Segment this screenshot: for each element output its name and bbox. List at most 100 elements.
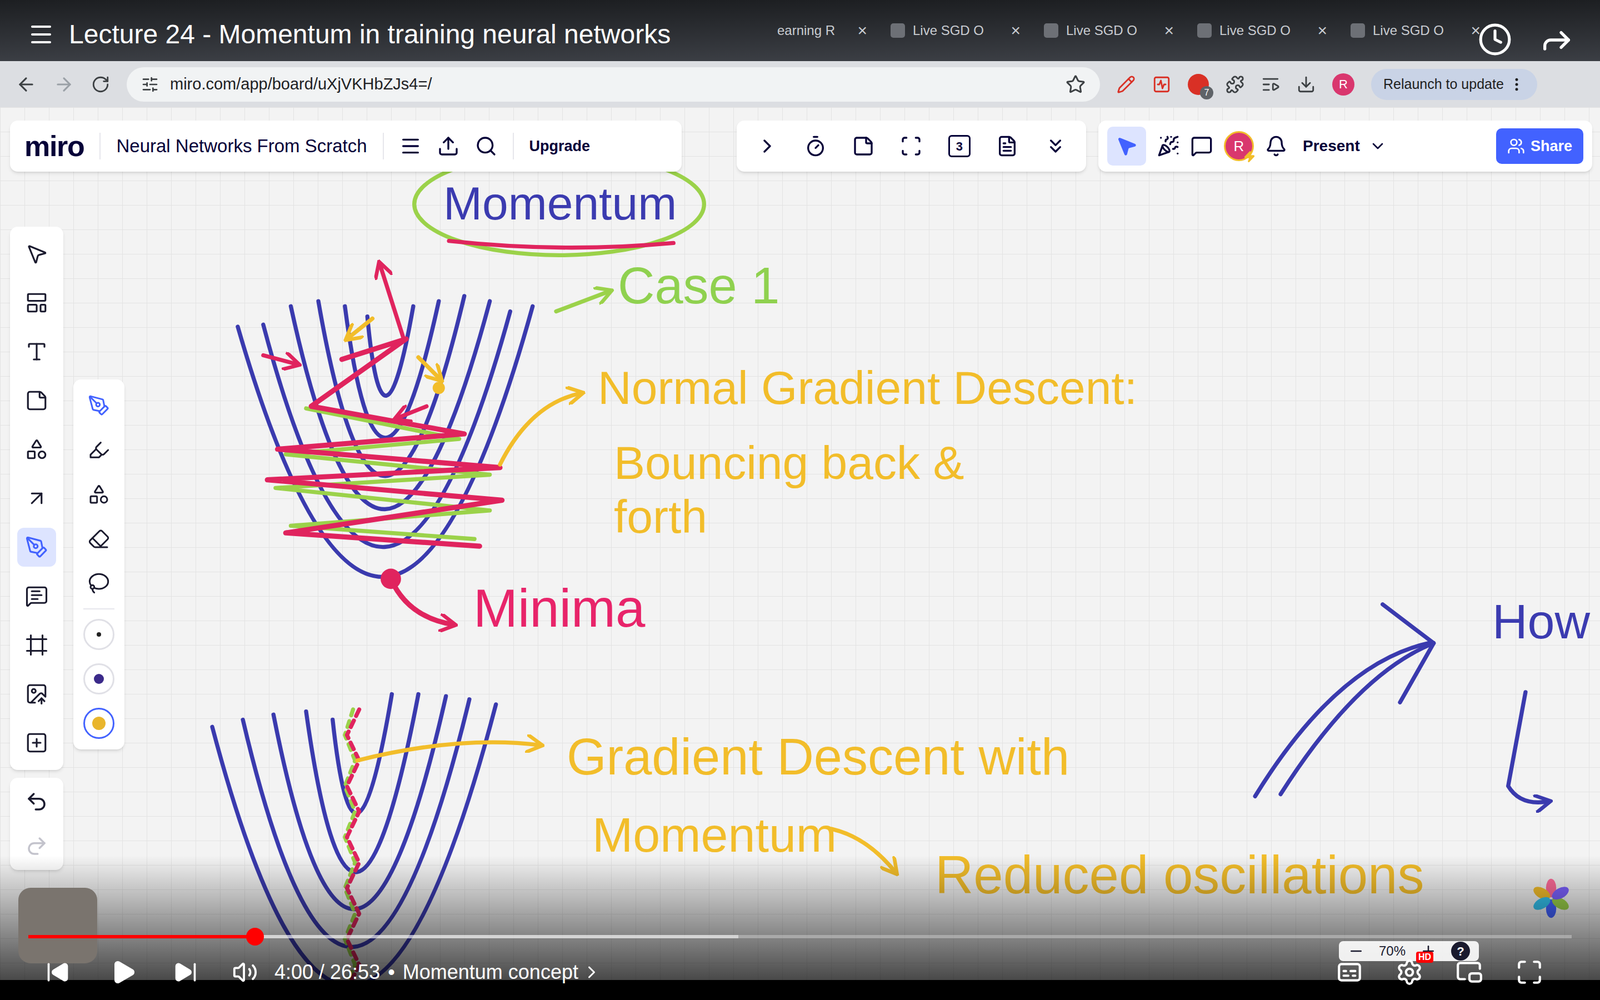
zoom-out-icon[interactable] (1347, 942, 1365, 960)
divider (99, 132, 101, 160)
smart-button[interactable] (79, 475, 119, 514)
volume-icon[interactable] (232, 959, 258, 985)
profile-avatar[interactable]: R (1332, 73, 1355, 96)
canvas-label[interactable]: Momentum (592, 806, 837, 863)
stroke-size-button[interactable] (83, 618, 115, 650)
frame-tool[interactable] (17, 625, 57, 665)
comment-tool[interactable] (17, 576, 57, 616)
search-icon[interactable] (475, 135, 498, 158)
focus-icon[interactable] (900, 135, 923, 158)
forward-icon[interactable] (53, 73, 75, 95)
select-mode-button[interactable] (1107, 126, 1147, 166)
upgrade-button[interactable]: Upgrade (529, 135, 591, 158)
extension-icon[interactable] (1152, 75, 1172, 94)
redo-icon[interactable] (25, 834, 49, 858)
watch-later-icon[interactable] (1477, 22, 1513, 57)
tab-close[interactable]: × (1163, 22, 1174, 39)
stroke-size-button[interactable] (83, 663, 115, 695)
tab-close[interactable]: × (1317, 22, 1328, 39)
tab-close[interactable]: × (1470, 22, 1481, 39)
export-icon[interactable] (437, 135, 460, 158)
canvas-label[interactable]: Bouncing back & forth (613, 436, 1014, 544)
canvas-label[interactable]: Normal Gradient Descent: (597, 361, 1138, 415)
comment-tool-icon (25, 584, 49, 608)
canvas-label[interactable]: Minima (473, 577, 645, 639)
play-icon[interactable] (110, 958, 137, 986)
pen-extension-icon[interactable] (1116, 75, 1136, 94)
comments-icon[interactable] (1190, 135, 1213, 158)
text-tool[interactable] (17, 332, 57, 372)
counter-button[interactable]: 3 (948, 135, 971, 158)
help-button[interactable]: ? (1451, 941, 1470, 961)
lasso-button[interactable] (79, 563, 119, 603)
pen-tool[interactable] (17, 527, 57, 567)
tab-close[interactable]: × (857, 22, 868, 39)
canvas-label[interactable]: How (1492, 593, 1590, 650)
stroke-size-button[interactable] (83, 707, 115, 739)
browser-tab[interactable]: Live SGD O× (882, 15, 1029, 47)
tab-close[interactable]: × (1010, 22, 1021, 39)
browser-tab[interactable]: Live SGD O× (1342, 15, 1489, 47)
select-tool[interactable] (17, 234, 57, 274)
board-menu-icon[interactable] (399, 135, 422, 158)
sticky-tool[interactable] (17, 381, 57, 420)
site-info-icon[interactable] (141, 75, 159, 94)
browser-tab[interactable]: earning R× (769, 15, 875, 47)
timer-icon[interactable] (804, 135, 827, 158)
video-title[interactable]: Lecture 24 - Momentum in training neural… (68, 21, 671, 48)
undo-icon[interactable] (25, 790, 49, 814)
pen-button[interactable] (79, 386, 119, 425)
share-panel: R Present Share (1098, 120, 1593, 172)
chapter-arrow-icon[interactable] (581, 962, 602, 983)
expand-icon[interactable] (756, 135, 779, 158)
canvas-label[interactable]: Momentum (443, 176, 677, 231)
eraser-button[interactable] (79, 519, 119, 559)
url-field[interactable]: miro.com/app/board/uXjVKHbZJs4=/ (126, 67, 1100, 102)
browser-tab[interactable]: Live SGD O× (1036, 15, 1182, 47)
plan-badge-icon (1243, 150, 1256, 163)
previous-icon[interactable] (45, 960, 70, 985)
extension-badge: 7 (1200, 86, 1214, 100)
fullscreen-icon[interactable] (1515, 958, 1544, 987)
settings-button[interactable]: HD (1395, 958, 1424, 987)
progress-bar[interactable] (28, 935, 1572, 939)
letterbox (0, 980, 1600, 1000)
canvas-label[interactable]: Case 1 (617, 256, 780, 316)
doc-icon[interactable] (996, 135, 1019, 158)
reactions-icon[interactable] (1157, 135, 1180, 158)
notes-icon[interactable] (852, 135, 875, 158)
share-button[interactable]: Share (1496, 128, 1584, 164)
extensions-icon[interactable] (1225, 75, 1245, 94)
board-title[interactable]: Neural Networks From Scratch (116, 132, 367, 160)
shapes-tool[interactable] (17, 430, 57, 469)
miro-logo[interactable]: miro (24, 131, 84, 161)
time-display: 4:00 / 26:53 (274, 957, 380, 988)
miniplayer-icon[interactable] (1455, 958, 1484, 987)
cursor-icon (1115, 135, 1138, 158)
download-icon[interactable] (1296, 75, 1316, 94)
relaunch-button[interactable]: Relaunch to update (1371, 68, 1538, 100)
chapter-title[interactable]: Momentum concept (402, 957, 579, 988)
notifications-icon[interactable] (1265, 135, 1288, 158)
back-icon[interactable] (15, 73, 37, 95)
browser-tab[interactable]: Live SGD O× (1189, 15, 1335, 47)
present-chevron-icon[interactable] (1368, 137, 1387, 155)
next-icon[interactable] (173, 960, 198, 985)
chapter-separator: • (387, 957, 395, 988)
templates-tool[interactable] (17, 283, 57, 323)
playlist-icon[interactable] (27, 21, 55, 48)
reload-icon[interactable] (91, 75, 110, 94)
bookmark-icon[interactable] (1065, 74, 1086, 95)
badge-extension[interactable]: 7 (1187, 73, 1209, 95)
user-avatar[interactable]: R (1223, 131, 1254, 162)
present-button[interactable]: Present (1302, 134, 1387, 158)
connector-tool[interactable] (17, 478, 57, 518)
canvas-label[interactable]: Gradient Descent with (566, 727, 1070, 787)
marker-button[interactable] (79, 430, 119, 470)
captions-icon[interactable] (1335, 958, 1364, 987)
media-icon[interactable] (1261, 75, 1280, 94)
more-tool[interactable] (17, 723, 57, 763)
more-tools-icon[interactable] (1044, 135, 1067, 158)
share-video-icon[interactable] (1538, 22, 1575, 58)
upload-tool[interactable] (17, 674, 57, 714)
